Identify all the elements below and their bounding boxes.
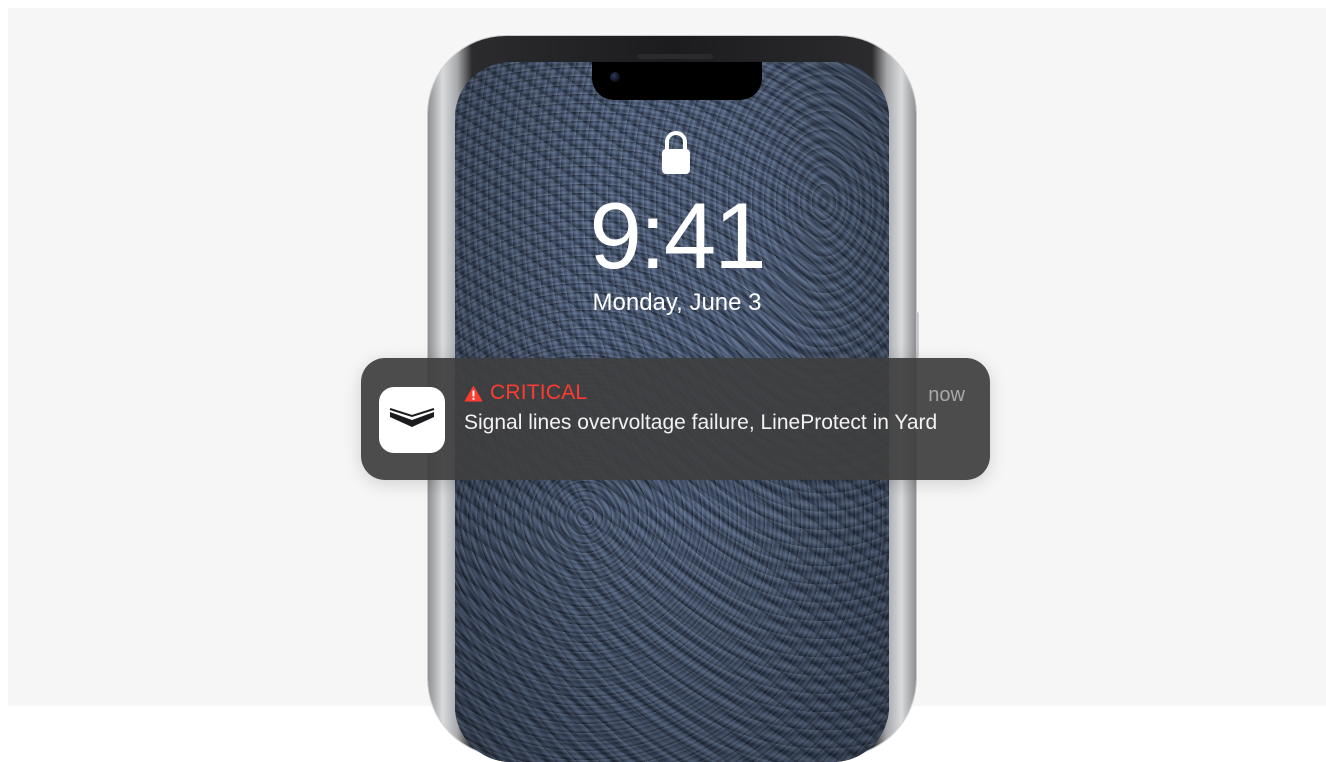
front-camera (610, 72, 620, 82)
notification-timestamp: now (928, 384, 965, 406)
earpiece-speaker (637, 54, 713, 59)
lock-icon (662, 131, 690, 174)
lock-screen-date: Monday, June 3 (592, 289, 762, 316)
critical-notification[interactable]: CRITICAL now Signal lines overvoltage fa… (361, 358, 990, 480)
severity-label: CRITICAL (490, 381, 588, 404)
notch (592, 62, 762, 100)
lock-screen-time: 9:41 (589, 183, 767, 288)
severity-row: CRITICAL (464, 380, 587, 406)
warning-triangle-icon (464, 385, 483, 401)
notification-message: Signal lines overvoltage failure, LinePr… (464, 411, 938, 434)
ajax-logo-icon (379, 387, 445, 453)
